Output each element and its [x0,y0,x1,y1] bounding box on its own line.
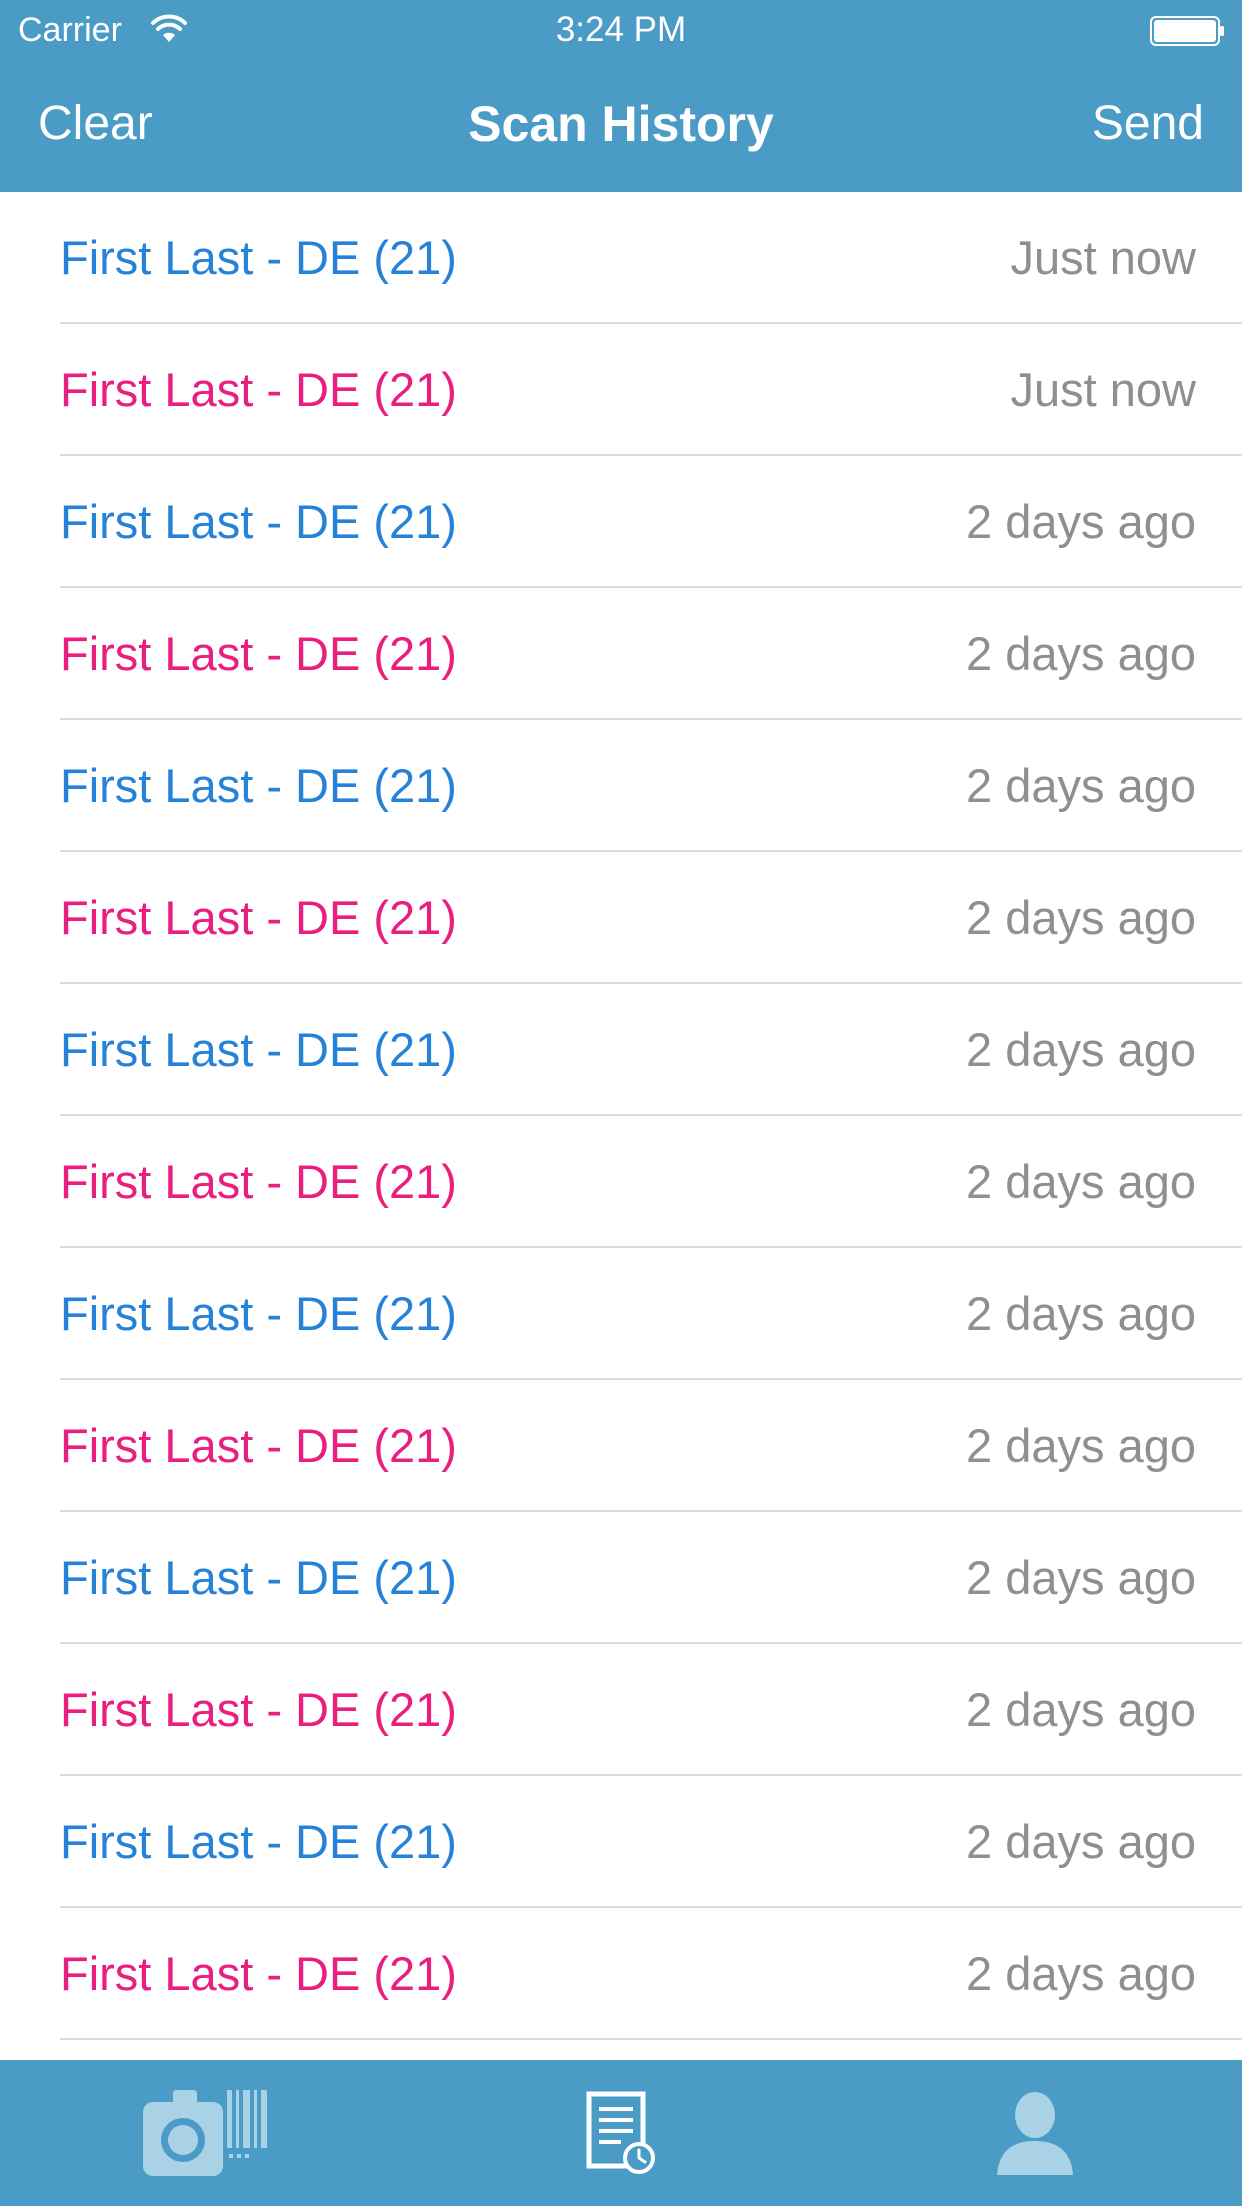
history-row-name: First Last - DE (21) [60,495,457,548]
history-row-time: 2 days ago [966,759,1196,812]
history-document-icon [586,2091,656,2175]
send-button[interactable]: Send [1092,96,1204,152]
history-row-name: First Last - DE (21) [60,363,457,416]
scan-history-list[interactable]: First Last - DE (21) Just now First Last -… [0,192,1242,2060]
history-row[interactable]: First Last - DE (21) 2 days ago [0,1908,1242,2040]
history-row-name: First Last - DE (21) [60,1551,457,1604]
profile-icon [997,2091,1073,2175]
history-row[interactable]: First Last - DE (21) 2 days ago [0,1248,1242,1380]
header: Carrier 3:24 PM Clear Scan History Send [0,0,1242,192]
history-row[interactable]: First Last - DE (21) Just now [0,192,1242,324]
tab-history[interactable] [414,2060,828,2206]
history-row-time: 2 days ago [966,1815,1196,1868]
tab-profile[interactable] [828,2060,1242,2206]
history-row-name: First Last - DE (21) [60,231,457,284]
history-row[interactable]: First Last - DE (21) 2 days ago [0,984,1242,1116]
history-row[interactable]: First Last - DE (21) 2 days ago [0,720,1242,852]
history-row-name: First Last - DE (21) [60,1155,457,1208]
status-bar: Carrier 3:24 PM [0,0,1242,60]
history-row-time: 2 days ago [966,1419,1196,1472]
history-row-time: Just now [1010,363,1196,416]
status-time: 3:24 PM [555,10,687,49]
history-row-time: 2 days ago [966,1155,1196,1208]
history-row-name: First Last - DE (21) [60,1815,457,1868]
scan-history-screen: Carrier 3:24 PM Clear Scan History Send … [0,0,1242,2206]
tab-bar [0,2060,1242,2206]
history-row-time: 2 days ago [966,1287,1196,1340]
history-row-name: First Last - DE (21) [60,891,457,944]
history-row-name: First Last - DE (21) [60,1683,457,1736]
history-row[interactable]: First Last - DE (21) 2 days ago [0,1116,1242,1248]
history-row[interactable]: First Last - DE (21) 2 days ago [0,1644,1242,1776]
page-title: Scan History [468,96,774,152]
history-row[interactable]: First Last - DE (21) 2 days ago [0,852,1242,984]
history-row[interactable]: First Last - DE (21) 2 days ago [0,1776,1242,1908]
history-row-name: First Last - DE (21) [60,1947,457,2000]
history-row[interactable]: First Last - DE (21) 2 days ago [0,1380,1242,1512]
history-row-time: Just now [1010,231,1196,284]
history-row-name: First Last - DE (21) [60,1287,457,1340]
history-row[interactable]: First Last - DE (21) 2 days ago [0,456,1242,588]
navigation-bar: Clear Scan History Send [0,60,1242,192]
history-row-time: 2 days ago [966,1551,1196,1604]
camera-barcode-icon [143,2088,271,2178]
history-row-time: 2 days ago [966,1683,1196,1736]
history-row-time: 2 days ago [966,1023,1196,1076]
history-row[interactable]: First Last - DE (21) 2 days ago [0,1512,1242,1644]
history-row-name: First Last - DE (21) [60,627,457,680]
history-row-name: First Last - DE (21) [60,1419,457,1472]
history-row-time: 2 days ago [966,891,1196,944]
tab-scan[interactable] [0,2060,414,2206]
history-row[interactable]: First Last - DE (21) 2 days ago [0,588,1242,720]
history-row-name: First Last - DE (21) [60,1023,457,1076]
history-row-time: 2 days ago [966,627,1196,680]
history-row-time: 2 days ago [966,495,1196,548]
battery-icon [1150,15,1226,47]
history-row-time: 2 days ago [966,1947,1196,2000]
history-row[interactable]: First Last - DE (21) Just now [0,324,1242,456]
history-row-name: First Last - DE (21) [60,759,457,812]
